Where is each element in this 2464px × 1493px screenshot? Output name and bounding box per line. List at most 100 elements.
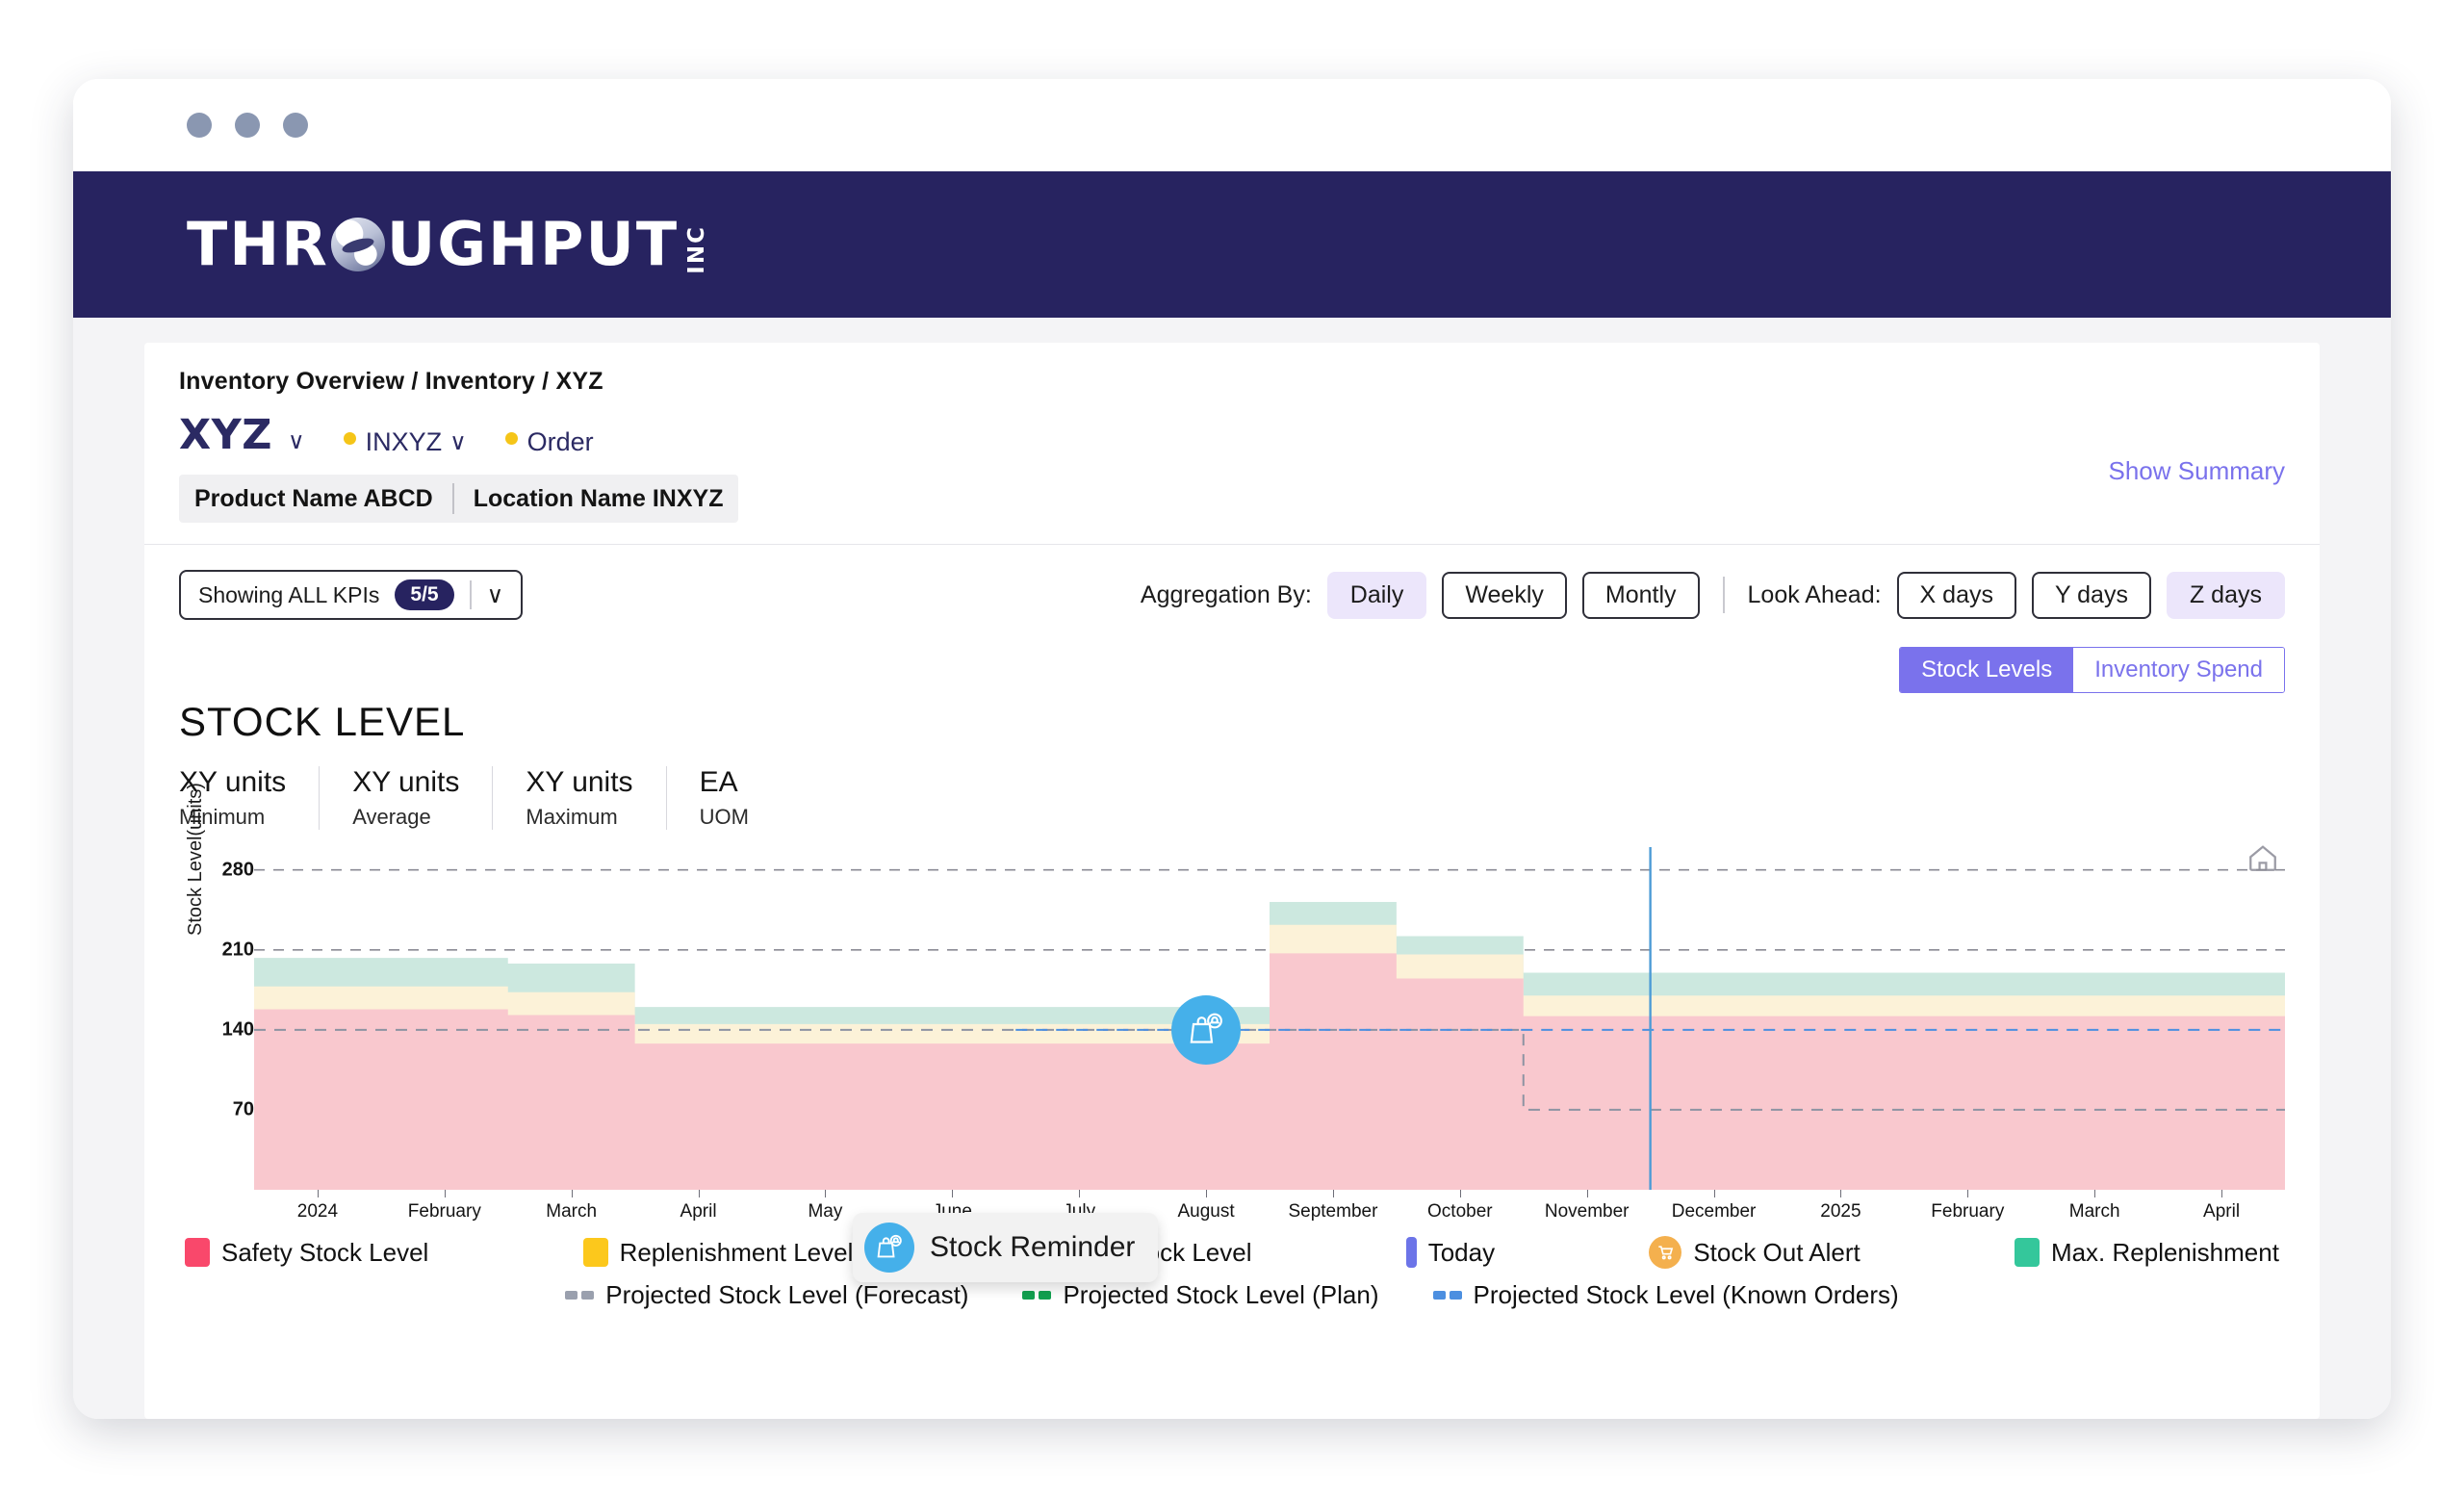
x-axis-tickmark bbox=[699, 1190, 700, 1197]
y-axis-tick-210: 210 bbox=[179, 939, 254, 961]
x-axis-tick-february: February bbox=[408, 1201, 481, 1223]
window-dot-2[interactable] bbox=[235, 113, 260, 138]
location-chevron-down-icon[interactable]: ∨ bbox=[449, 428, 467, 456]
legend-replenishment-level[interactable]: Replenishment Level bbox=[583, 1238, 854, 1268]
look-ahead-option-y[interactable]: Y days bbox=[2032, 572, 2151, 619]
stock-reminder-marker[interactable] bbox=[1171, 995, 1241, 1065]
order-label: Order bbox=[527, 427, 594, 457]
throughput-logo[interactable]: THR UGHPUT INC bbox=[187, 215, 709, 274]
stat-uom-value: EA bbox=[700, 766, 773, 799]
x-axis-tickmark bbox=[1967, 1190, 1968, 1197]
legend-dash-plan bbox=[1022, 1291, 1051, 1300]
x-axis-tickmark bbox=[2094, 1190, 2095, 1197]
x-axis-tickmark bbox=[572, 1190, 573, 1197]
stock-level-chart: Stock Level(units) 70140210280 2024Febru… bbox=[179, 847, 2285, 1223]
x-axis-tickmark bbox=[1333, 1190, 1334, 1197]
x-axis-tickmark bbox=[1587, 1190, 1588, 1197]
title-chevron-down-icon[interactable]: ∨ bbox=[288, 427, 305, 455]
stat-maximum: XY units Maximum bbox=[526, 766, 666, 830]
legend-swatch-safety bbox=[185, 1238, 210, 1267]
kpi-selector[interactable]: Showing ALL KPIs 5/5 ∨ bbox=[179, 570, 523, 620]
x-axis-tick-february: February bbox=[1931, 1201, 2004, 1223]
page-body: Inventory Overview / Inventory / XYZ XYZ… bbox=[73, 318, 2391, 1419]
aggregation-option-monthly[interactable]: Montly bbox=[1582, 572, 1700, 619]
legend-label-known-orders: Projected Stock Level (Known Orders) bbox=[1474, 1280, 1899, 1310]
legend-projected-plan[interactable]: Projected Stock Level (Plan) bbox=[1022, 1280, 1378, 1310]
legend-today[interactable]: Today bbox=[1406, 1237, 1495, 1268]
chart-svg bbox=[254, 847, 2285, 1190]
kpi-chevron-down-icon[interactable]: ∨ bbox=[487, 581, 504, 609]
x-axis-tickmark bbox=[318, 1190, 319, 1197]
location-name-tag: Location Name INXYZ bbox=[474, 485, 724, 513]
window-dot-1[interactable] bbox=[187, 113, 212, 138]
tab-inventory-spend[interactable]: Inventory Spend bbox=[2073, 648, 2284, 692]
stock-reminder-chip[interactable]: Stock Reminder bbox=[853, 1213, 1158, 1282]
legend-max-replenishment[interactable]: Max. Replenishment bbox=[2015, 1238, 2279, 1268]
breadcrumb[interactable]: Inventory Overview / Inventory / XYZ bbox=[179, 368, 2285, 396]
window-dot-3[interactable] bbox=[283, 113, 308, 138]
x-axis-tick-march: March bbox=[546, 1201, 597, 1223]
legend-dash-known-orders bbox=[1433, 1291, 1462, 1300]
x-axis-tickmark bbox=[445, 1190, 446, 1197]
stat-uom-label: UOM bbox=[700, 805, 773, 830]
aggregation-option-weekly[interactable]: Weekly bbox=[1442, 572, 1567, 619]
x-axis-tick-may: May bbox=[808, 1201, 842, 1223]
stat-maximum-value: XY units bbox=[526, 766, 632, 799]
page-title-row: XYZ ∨ INXYZ ∨ Order bbox=[179, 411, 2285, 459]
legend-stock-out-alert[interactable]: Stock Out Alert bbox=[1649, 1236, 1860, 1269]
legend-swatch-today bbox=[1406, 1237, 1417, 1268]
shopping-bag-bell-icon bbox=[864, 1223, 914, 1273]
chart-plot-area bbox=[254, 847, 2285, 1190]
y-axis-tick-280: 280 bbox=[179, 859, 254, 881]
brand-bar: THR UGHPUT INC bbox=[73, 171, 2391, 318]
y-axis-tick-70: 70 bbox=[179, 1098, 254, 1120]
x-axis-tickmark bbox=[1460, 1190, 1461, 1197]
view-toggle: Stock Levels Inventory Spend bbox=[1899, 647, 2285, 693]
kpi-selector-label: Showing ALL KPIs bbox=[198, 582, 379, 608]
browser-window: THR UGHPUT INC Inventory Overview / Inve… bbox=[73, 79, 2391, 1419]
x-axis-tick-april: April bbox=[2203, 1201, 2240, 1223]
legend-swatch-replenishment bbox=[583, 1238, 608, 1267]
x-axis-tick-august: August bbox=[1177, 1201, 1234, 1223]
content-card: Inventory Overview / Inventory / XYZ XYZ… bbox=[144, 343, 2320, 1419]
show-summary-link[interactable]: Show Summary bbox=[2109, 456, 2286, 486]
chart-legend-secondary: Projected Stock Level (Forecast) Project… bbox=[179, 1280, 2285, 1310]
x-axis: 2024FebruaryMarchAprilMayJuneJulyAugustS… bbox=[254, 1190, 2285, 1223]
controls-divider bbox=[1723, 577, 1725, 613]
x-axis-tick-september: September bbox=[1288, 1201, 1377, 1223]
tab-stock-levels[interactable]: Stock Levels bbox=[1900, 648, 2073, 692]
aggregation-option-daily[interactable]: Daily bbox=[1327, 572, 1427, 619]
look-ahead-option-x[interactable]: X days bbox=[1897, 572, 2016, 619]
x-axis-tick-april: April bbox=[680, 1201, 717, 1223]
x-axis-tick-november: November bbox=[1545, 1201, 1630, 1223]
legend-label-stock-out: Stock Out Alert bbox=[1693, 1238, 1860, 1268]
location-selector[interactable]: INXYZ ∨ bbox=[344, 427, 467, 457]
location-dot-icon bbox=[344, 432, 356, 445]
cart-icon bbox=[1649, 1236, 1681, 1269]
kpi-divider bbox=[470, 580, 472, 609]
kpi-stats: XY units Minimum XY units Average XY uni… bbox=[179, 766, 2285, 830]
legend-swatch-max-replenishment bbox=[2015, 1238, 2040, 1267]
x-axis-tickmark bbox=[1840, 1190, 1841, 1197]
tag-divider bbox=[452, 483, 454, 514]
stat-average-label: Average bbox=[352, 805, 459, 830]
look-ahead-option-z[interactable]: Z days bbox=[2167, 572, 2285, 619]
x-axis-tickmark bbox=[2221, 1190, 2222, 1197]
x-axis-tickmark bbox=[952, 1190, 953, 1197]
legend-label-max-replenishment: Max. Replenishment bbox=[2051, 1238, 2279, 1268]
order-selector[interactable]: Order bbox=[505, 427, 594, 457]
x-axis-tickmark bbox=[825, 1190, 826, 1197]
legend-projected-forecast[interactable]: Projected Stock Level (Forecast) bbox=[565, 1280, 968, 1310]
section-title: STOCK LEVEL bbox=[179, 699, 2285, 745]
shopping-bag-bell-icon bbox=[1187, 1011, 1225, 1049]
controls-row: Showing ALL KPIs 5/5 ∨ Aggregation By: D… bbox=[179, 570, 2285, 620]
legend-label-safety: Safety Stock Level bbox=[221, 1238, 428, 1268]
page-title: XYZ bbox=[179, 411, 272, 459]
stat-average-value: XY units bbox=[352, 766, 459, 799]
x-axis-tick-march: March bbox=[2069, 1201, 2120, 1223]
legend-projected-known-orders[interactable]: Projected Stock Level (Known Orders) bbox=[1433, 1280, 1899, 1310]
legend-safety-stock-level[interactable]: Safety Stock Level bbox=[185, 1238, 428, 1268]
aggregation-controls: Aggregation By: Daily Weekly Montly Look… bbox=[1141, 572, 2285, 619]
stat-average: XY units Average bbox=[352, 766, 493, 830]
product-name-tag: Product Name ABCD bbox=[194, 485, 433, 513]
